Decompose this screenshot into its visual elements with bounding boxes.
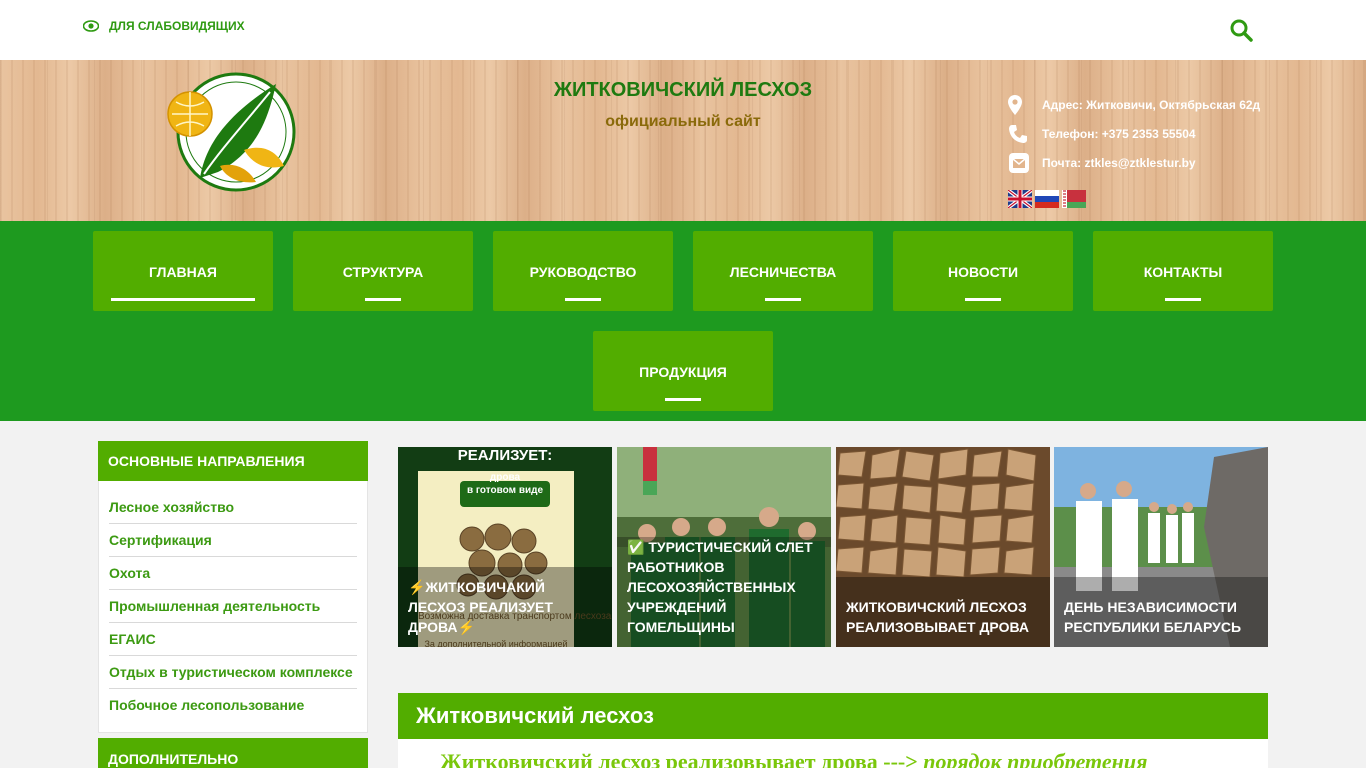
sidebar-heading: ОСНОВНЫЕ НАПРАВЛЕНИЯ bbox=[98, 441, 368, 481]
nav-active-indicator bbox=[111, 298, 255, 301]
nav-label: ГЛАВНАЯ bbox=[149, 264, 217, 280]
mail-icon bbox=[1006, 152, 1042, 174]
email-row: Почта: ztkles@ztklestur.by bbox=[1006, 148, 1306, 177]
nav-item-forestries[interactable]: ЛЕСНИЧЕСТВА bbox=[693, 231, 873, 311]
phone-icon bbox=[1006, 124, 1042, 144]
nav-label: ЛЕСНИЧЕСТВА bbox=[729, 264, 837, 280]
main-content: Житковичский лесхоз реализовывает дрова … bbox=[398, 739, 1268, 768]
phone-text[interactable]: Телефон: +375 2353 55504 bbox=[1042, 127, 1196, 141]
announcement-line: Житковичский лесхоз реализовывает дрова … bbox=[440, 749, 1147, 768]
nav-label: РУКОВОДСТВО bbox=[529, 264, 637, 280]
top-bar: ДЛЯ СЛАБОВИДЯЩИХ bbox=[0, 0, 1366, 60]
eye-icon bbox=[83, 20, 99, 32]
nav-item-news[interactable]: НОВОСТИ bbox=[893, 231, 1073, 311]
site-logo[interactable] bbox=[164, 70, 302, 194]
news-caption: ✅ ТУРИСТИЧЕСКИЙ СЛЕТ РАБОТНИКОВ ЛЕСОХОЗЯ… bbox=[627, 539, 813, 635]
flag-belarus-icon[interactable] bbox=[1062, 190, 1086, 208]
nav-underline bbox=[565, 298, 601, 301]
flag-uk-icon[interactable] bbox=[1008, 190, 1032, 208]
address-text: Адрес: Житковичи, Октябрьская 62д bbox=[1042, 97, 1261, 112]
contact-info: Адрес: Житковичи, Октябрьская 62д Телефо… bbox=[1006, 90, 1306, 177]
sidebar-heading-additional: ДОПОЛНИТЕЛЬНО bbox=[98, 738, 368, 768]
nav-underline bbox=[965, 298, 1001, 301]
nav-underline bbox=[665, 398, 701, 401]
sidebar-item-secondary-use[interactable]: Побочное лесопользование bbox=[109, 689, 357, 722]
news-card-tourist-rally[interactable]: ✅ ТУРИСТИЧЕСКИЙ СЛЕТ РАБОТНИКОВ ЛЕСОХОЗЯ… bbox=[617, 447, 831, 647]
news-card-firewood-realization[interactable]: ЖИТКОВИЧСКИЙ ЛЕСХОЗ РЕАЛИЗОВЫВАЕТ ДРОВА bbox=[836, 447, 1050, 647]
poster-subtitle: дрова в готовом виде bbox=[466, 472, 544, 496]
sidebar-item-forestry[interactable]: Лесное хозяйство bbox=[109, 491, 357, 524]
news-caption: ЖИТКОВИЧСКИЙ ЛЕСХОЗ РЕАЛИЗОВЫВАЕТ ДРОВА bbox=[846, 599, 1029, 635]
search-icon[interactable] bbox=[1229, 18, 1253, 42]
news-card-independence-day[interactable]: ДЕНЬ НЕЗАВИСИМОСТИ РЕСПУБЛИКИ БЕЛАРУСЬ bbox=[1054, 447, 1268, 647]
purchase-procedure-link[interactable]: порядок приобретения bbox=[923, 749, 1147, 768]
sidebar-list: Лесное хозяйство Сертификация Охота Пром… bbox=[98, 481, 368, 733]
email-text[interactable]: Почта: ztkles@ztklestur.by bbox=[1042, 156, 1196, 170]
announcement-arrow: ---> bbox=[883, 749, 918, 768]
nav-label: НОВОСТИ bbox=[947, 264, 1019, 280]
nav-underline bbox=[365, 298, 401, 301]
low-vision-link[interactable]: ДЛЯ СЛАБОВИДЯЩИХ bbox=[83, 19, 245, 33]
nav-underline bbox=[765, 298, 801, 301]
sidebar-item-certification[interactable]: Сертификация bbox=[109, 524, 357, 557]
sidebar-item-egais[interactable]: ЕГАИС bbox=[109, 623, 357, 656]
site-title: ЖИТКОВИЧСКИЙ ЛЕСХОЗ bbox=[553, 79, 813, 101]
nav-item-products[interactable]: ПРОДУКЦИЯ bbox=[593, 331, 773, 411]
news-caption: ДЕНЬ НЕЗАВИСИМОСТИ РЕСПУБЛИКИ БЕЛАРУСЬ bbox=[1064, 599, 1242, 635]
flag-russia-icon[interactable] bbox=[1035, 190, 1059, 208]
location-pin-icon bbox=[1006, 94, 1042, 115]
news-caption: ⚡ЖИТКОВИЧАКИЙ ЛЕСХОЗ РЕАЛИЗУЕТ ДРОВА⚡ bbox=[408, 579, 553, 635]
low-vision-label: ДЛЯ СЛАБОВИДЯЩИХ bbox=[109, 19, 245, 33]
sidebar: ОСНОВНЫЕ НАПРАВЛЕНИЯ Лесное хозяйство Се… bbox=[98, 441, 368, 768]
language-switcher bbox=[1008, 190, 1086, 208]
phone-row: Телефон: +375 2353 55504 bbox=[1006, 119, 1306, 148]
address-row: Адрес: Житковичи, Октябрьская 62д bbox=[1006, 90, 1306, 119]
news-card-firewood-sale[interactable]: РЕАЛИЗУЕТ: дрова в готовом виде Возможна… bbox=[398, 447, 612, 647]
nav-label: СТРУКТУРА bbox=[342, 264, 424, 280]
nav-item-contacts[interactable]: КОНТАКТЫ bbox=[1093, 231, 1273, 311]
nav-label: КОНТАКТЫ bbox=[1143, 264, 1223, 280]
main-heading: Житковичский лесхоз bbox=[398, 693, 1268, 739]
sidebar-item-industry[interactable]: Промышленная деятельность bbox=[109, 590, 357, 623]
site-subtitle: официальный сайт bbox=[605, 113, 761, 130]
nav-item-structure[interactable]: СТРУКТУРА bbox=[293, 231, 473, 311]
sidebar-item-tourism[interactable]: Отдых в туристическом комплексе bbox=[109, 656, 357, 689]
poster-title: РЕАЛИЗУЕТ: bbox=[457, 447, 553, 464]
nav-label: ПРОДУКЦИЯ bbox=[639, 364, 727, 380]
nav-item-home[interactable]: ГЛАВНАЯ bbox=[93, 231, 273, 311]
nav-underline bbox=[1165, 298, 1201, 301]
announcement-text: Житковичский лесхоз реализовывает дрова bbox=[440, 749, 878, 768]
nav-item-management[interactable]: РУКОВОДСТВО bbox=[493, 231, 673, 311]
sidebar-item-hunting[interactable]: Охота bbox=[109, 557, 357, 590]
